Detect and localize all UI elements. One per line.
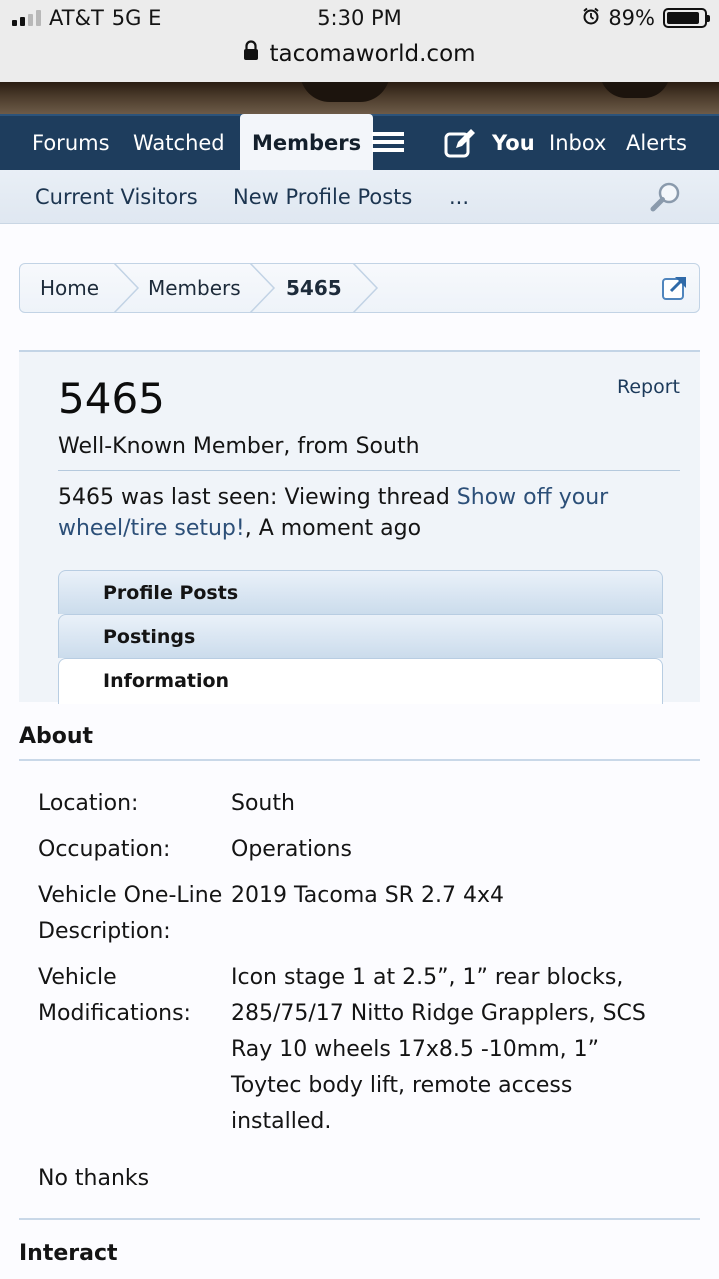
info-value: 2019 Tacoma SR 2.7 4x4: [231, 883, 504, 908]
info-value: Icon stage 1 at 2.5”, 1” rear blocks, 28…: [231, 965, 646, 1134]
nav-alerts[interactable]: Alerts: [626, 116, 687, 172]
alarm-icon: [582, 6, 600, 30]
last-seen-prefix: 5465 was last seen: Viewing thread: [58, 485, 457, 510]
info-row: Vehicle Modifications: Icon stage 1 at 2…: [38, 960, 678, 1140]
info-label: Location:: [38, 791, 139, 816]
member-title: Well-Known Member, from South: [58, 434, 420, 459]
interact-heading: Interact: [19, 1241, 118, 1266]
divider: [19, 1218, 700, 1220]
last-seen: 5465 was last seen: Viewing thread Show …: [58, 482, 658, 544]
breadcrumb-separator: [114, 264, 140, 312]
search-icon[interactable]: [650, 181, 682, 213]
info-row: Location: South: [38, 786, 678, 822]
breadcrumb-members[interactable]: Members: [148, 264, 241, 312]
secondary-nav: Current Visitors New Profile Posts ...: [0, 170, 719, 224]
breadcrumb-separator: [353, 264, 379, 312]
primary-nav: Forums Watched Members You Inbox Alerts: [0, 114, 719, 172]
url-text: tacomaworld.com: [269, 40, 476, 67]
breadcrumb: Home Members 5465: [19, 263, 700, 313]
report-link[interactable]: Report: [617, 376, 680, 398]
info-row: Vehicle One-Line Description: 2019 Tacom…: [38, 878, 678, 950]
info-row: Occupation: Operations: [38, 832, 678, 868]
address-bar[interactable]: tacomaworld.com: [0, 40, 719, 67]
nav-members[interactable]: Members: [240, 114, 374, 172]
lock-icon: [243, 40, 259, 67]
nav-forums[interactable]: Forums: [32, 116, 110, 172]
tab-postings[interactable]: Postings: [58, 614, 663, 658]
no-thanks-text: No thanks: [38, 1166, 150, 1191]
breadcrumb-home[interactable]: Home: [40, 264, 99, 312]
info-value: South: [231, 791, 295, 816]
info-label: Occupation:: [38, 837, 171, 862]
battery-icon: [663, 8, 710, 28]
subnav-new-profile-posts[interactable]: New Profile Posts: [233, 170, 412, 224]
divider: [58, 470, 680, 471]
subnav-current-visitors[interactable]: Current Visitors: [35, 170, 198, 224]
last-seen-suffix: , A moment ago: [244, 516, 422, 541]
jump-to-icon[interactable]: [662, 275, 688, 301]
nav-watched[interactable]: Watched: [133, 116, 225, 172]
breadcrumb-separator: [250, 264, 276, 312]
menu-icon[interactable]: [372, 130, 404, 156]
status-bar: AT&T 5G E 5:30 PM 89% tacomaworld.com: [0, 0, 719, 82]
nav-inbox[interactable]: Inbox: [549, 116, 606, 172]
nav-you[interactable]: You: [492, 116, 535, 172]
about-heading: About: [19, 724, 700, 761]
info-label: Vehicle One-Line Description:: [38, 883, 223, 944]
member-card: 5465 Report Well-Known Member, from Sout…: [19, 350, 700, 704]
tab-information[interactable]: Information: [58, 658, 663, 704]
member-username: 5465: [58, 374, 165, 423]
tab-profile-posts[interactable]: Profile Posts: [58, 570, 663, 614]
battery-percent: 89%: [608, 6, 655, 30]
subnav-more[interactable]: ...: [449, 170, 469, 224]
site-banner: [0, 82, 719, 114]
info-label: Vehicle Modifications:: [38, 965, 191, 1026]
compose-icon[interactable]: [444, 129, 476, 159]
info-value: Operations: [231, 837, 352, 862]
breadcrumb-current: 5465: [286, 276, 342, 300]
status-right: 89%: [582, 6, 710, 30]
